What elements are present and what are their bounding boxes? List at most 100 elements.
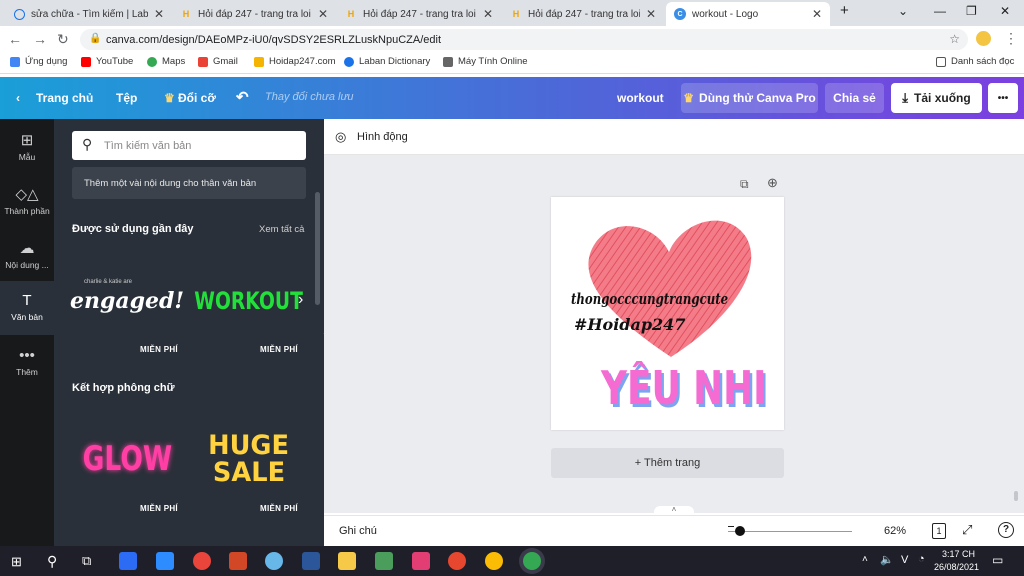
chrome-app-icon[interactable] — [193, 552, 211, 570]
search-box[interactable]: ⚲ Tìm kiếm văn bản — [72, 131, 306, 160]
more-options-button[interactable]: ••• — [988, 83, 1018, 113]
bookmark-gmail[interactable]: Gmail — [198, 56, 238, 67]
zalo-icon[interactable] — [119, 552, 137, 570]
address-bar[interactable]: 🔒 canva.com/design/DAEoMPz-iU0/qvSDSY2ES… — [80, 29, 968, 50]
reload-icon[interactable]: ↻ — [57, 31, 69, 48]
rail-item-text[interactable]: T Văn bản — [0, 281, 54, 335]
app-icon[interactable] — [375, 552, 393, 570]
zoom-value[interactable]: 62% — [884, 525, 906, 537]
see-all-link[interactable]: Xem tất cả — [259, 224, 304, 235]
notes-button[interactable]: Ghi chú — [339, 525, 377, 537]
design-script-line1[interactable]: thongocccungtrangcute — [571, 290, 728, 308]
design-heading[interactable]: YÊU NHI — [601, 361, 767, 415]
resize-button[interactable]: Đổi cỡ — [178, 91, 216, 105]
add-page-button[interactable]: + Thêm trang — [551, 448, 784, 478]
bookmark-maps[interactable]: Maps — [147, 56, 185, 67]
zoom-slider-handle[interactable] — [735, 526, 745, 536]
font-sample-engaged[interactable]: charlie & katie are engaged! — [68, 261, 186, 341]
zoom-slider[interactable] — [728, 531, 852, 532]
elements-icon: ◇△ — [15, 186, 39, 203]
font-sample-workout[interactable]: WORKOUT — [190, 261, 308, 341]
close-tab-icon[interactable]: ✕ — [154, 7, 164, 21]
close-window-icon[interactable]: ✕ — [1000, 4, 1010, 18]
tab-title: workout - Logo — [692, 8, 759, 20]
home-link[interactable]: Trang chủ — [36, 91, 93, 105]
text-icon: T — [22, 292, 32, 309]
browser-tab[interactable]: sửa chữa - Tìm kiếm | Laban Di ✕ — [6, 2, 172, 26]
help-button[interactable]: ? — [998, 522, 1014, 538]
app-icon[interactable] — [448, 552, 466, 570]
add-body-text-button[interactable]: Thêm một vài nội dung cho thân văn bản — [72, 167, 306, 199]
back-home-icon[interactable]: ‹ — [16, 91, 20, 105]
browser-tab[interactable]: H Hỏi đáp 247 - trang tra loi ✕ — [172, 2, 336, 26]
share-button[interactable]: Chia sẻ — [825, 83, 884, 113]
chevron-up-icon[interactable]: ˄ — [654, 506, 694, 514]
new-tab-icon[interactable]: + — [840, 2, 849, 19]
task-view-icon[interactable]: ⧉ — [82, 553, 91, 569]
tab-title: Hỏi đáp 247 - trang tra loi — [198, 8, 311, 20]
add-page-icon[interactable]: ⊕ — [767, 175, 778, 191]
word-icon[interactable] — [302, 552, 320, 570]
reading-list[interactable]: Danh sách đọc — [936, 56, 1014, 67]
document-title[interactable]: workout — [617, 91, 664, 105]
chrome-active-icon[interactable] — [523, 552, 541, 570]
close-tab-icon[interactable]: ✕ — [483, 7, 493, 21]
zoom-app-icon[interactable] — [156, 552, 174, 570]
close-tab-icon[interactable]: ✕ — [318, 7, 328, 21]
powerpoint-icon[interactable] — [229, 552, 247, 570]
rail-label: Thêm — [16, 367, 38, 377]
fullscreen-icon[interactable]: ⤢ — [962, 522, 972, 538]
template-icon: ⊞ — [20, 132, 34, 149]
close-tab-icon[interactable]: ✕ — [646, 7, 656, 21]
rail-item-more[interactable]: ••• Thêm — [0, 347, 54, 397]
rail-item-elements[interactable]: ◇△ Thành phần — [0, 185, 54, 235]
sample-text: SALE — [212, 457, 286, 488]
font-sample-huge-sale[interactable]: HUGE SALE — [190, 419, 308, 499]
design-script-line2[interactable]: #Hoidap247 — [574, 315, 685, 334]
chevron-up-icon[interactable]: ˄ — [862, 554, 868, 565]
back-icon[interactable]: ← — [8, 31, 22, 47]
browser-tab[interactable]: H Hỏi đáp 247 - trang tra loi ✕ — [337, 2, 501, 26]
search-icon[interactable]: ⚲ — [47, 553, 57, 570]
notification-icon[interactable]: ▭ — [992, 553, 1003, 567]
rail-item-templates[interactable]: ⊞ Mẫu — [0, 131, 54, 181]
wifi-icon[interactable]: ◔ — [918, 553, 925, 565]
windows-start-icon[interactable]: ⊞ — [11, 554, 22, 570]
menu-icon[interactable]: ⋮ — [1004, 30, 1018, 47]
animate-button[interactable]: Hình động — [357, 131, 408, 143]
bookmark-apps[interactable]: Ứng dụng — [10, 56, 67, 67]
bookmark-hoidap247[interactable]: Hoidap247.com — [254, 56, 336, 67]
bookmark-maytinh[interactable]: Máy Tính Online — [443, 56, 528, 67]
paint-icon[interactable] — [265, 552, 283, 570]
star-icon[interactable]: ☆ — [949, 32, 960, 46]
rail-label: Văn bản — [11, 312, 43, 322]
file-menu[interactable]: Tệp — [116, 91, 137, 105]
close-tab-icon[interactable]: ✕ — [812, 7, 822, 21]
file-explorer-icon[interactable] — [338, 552, 356, 570]
forward-icon[interactable]: → — [33, 31, 47, 47]
browser-tab[interactable]: H Hỏi đáp 247 - trang tra loi ✕ — [502, 2, 664, 26]
try-pro-button[interactable]: ♛ Dùng thử Canva Pro — [681, 83, 818, 113]
tab-search-icon[interactable]: ⌄ — [898, 4, 908, 18]
minimize-icon[interactable]: — — [934, 4, 946, 18]
search-input[interactable]: Tìm kiếm văn bản — [104, 140, 191, 152]
restore-icon[interactable]: ❐ — [966, 4, 977, 18]
undo-icon[interactable]: ↶ — [236, 88, 249, 106]
bookmark-laban[interactable]: Laban Dictionary — [344, 56, 430, 67]
volume-icon[interactable]: 🔈 — [880, 553, 894, 566]
duplicate-page-icon[interactable]: ⧉ — [740, 177, 749, 192]
crown-icon: ♛ — [683, 91, 695, 105]
design-page[interactable]: thongocccungtrangcute #Hoidap247 YÊU NHI — [551, 197, 784, 430]
canvas-scrollbar[interactable] — [1014, 491, 1018, 501]
chevron-right-icon[interactable]: › — [298, 291, 303, 309]
chrome-icon[interactable] — [485, 552, 503, 570]
language-indicator[interactable]: V — [901, 554, 908, 566]
panel-scrollbar[interactable] — [315, 192, 320, 305]
page-count[interactable]: 1 — [932, 523, 946, 539]
download-button[interactable]: ⤓ Tải xuống — [891, 83, 982, 113]
extension-icon[interactable] — [976, 31, 991, 46]
font-sample-glow[interactable]: GLOW — [68, 419, 186, 499]
bookmark-youtube[interactable]: YouTube — [81, 56, 133, 67]
browser-tab-active[interactable]: C workout - Logo ✕ — [666, 2, 830, 26]
app-icon[interactable] — [412, 552, 430, 570]
